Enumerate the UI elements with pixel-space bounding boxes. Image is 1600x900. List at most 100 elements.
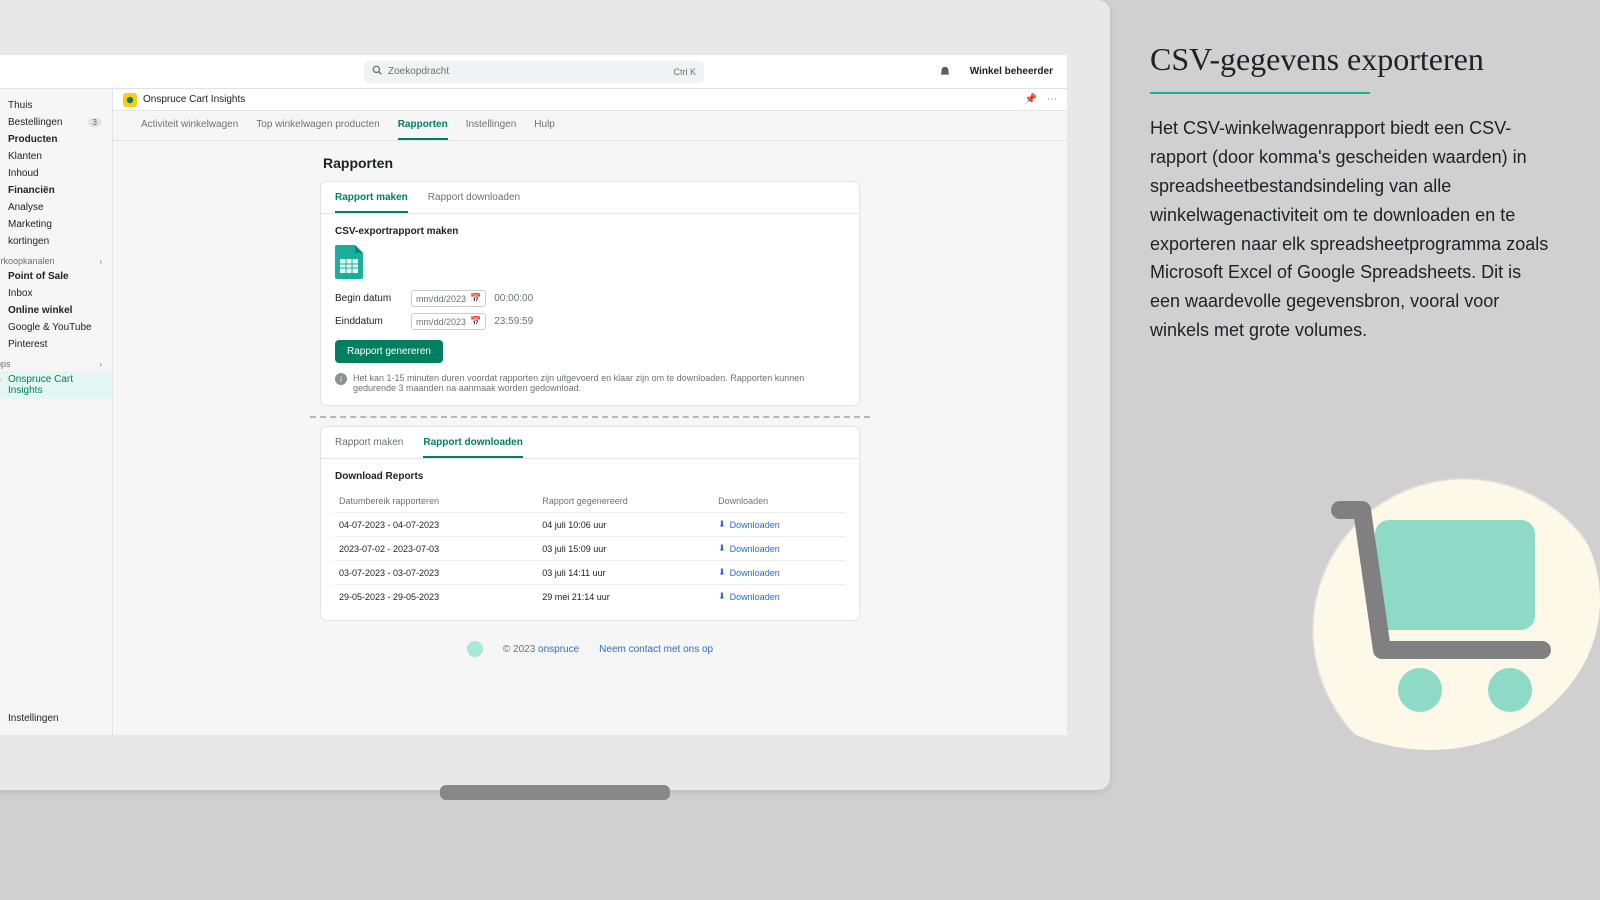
cell-download: ⬇Downloaden xyxy=(714,585,845,609)
sidebar-item-kortingen[interactable]: ◈kortingen xyxy=(0,233,112,250)
page-title: Rapporten xyxy=(113,141,1067,181)
app-title: Onspruce Cart Insights xyxy=(143,94,245,105)
sidebar-item-label: Point of Sale xyxy=(8,271,69,282)
analytics-icon: ⫴ xyxy=(0,202,2,213)
cell-range: 04-07-2023 - 04-07-2023 xyxy=(335,513,538,537)
download-link[interactable]: ⬇Downloaden xyxy=(718,543,780,554)
sidebar-item-producten[interactable]: ◆Producten xyxy=(0,131,112,148)
cart-icon xyxy=(1330,500,1570,720)
download-icon: ⬇ xyxy=(718,567,726,578)
notifications-icon[interactable] xyxy=(938,65,952,79)
sidebar-item-marketing[interactable]: ◎ Marketing xyxy=(0,216,112,233)
card-tab-rapport-maken[interactable]: Rapport maken xyxy=(335,192,408,213)
calendar-icon: 📅 xyxy=(470,316,481,327)
sidebar-item-label: Financiën xyxy=(8,185,55,196)
tab-activiteit-winkelwagen[interactable]: Activiteit winkelwagen xyxy=(141,119,238,140)
search-placeholder: Zoekopdracht xyxy=(388,66,449,77)
app-nav: Activiteit winkelwagen Top winkelwagen pr… xyxy=(113,111,1067,141)
col-range: Datumbereik rapporteren xyxy=(335,490,538,513)
cell-range: 2023-07-02 - 2023-07-03 xyxy=(335,537,538,561)
home-icon: ⌂ xyxy=(0,100,2,111)
table-row: 29-05-2023 - 29-05-202329 mei 21:14 uur⬇… xyxy=(335,585,845,609)
sidebar-item-label: Bestellingen xyxy=(8,117,62,128)
calendar-icon: 📅 xyxy=(470,293,481,304)
generate-report-button[interactable]: Rapport genereren xyxy=(335,340,443,363)
reports-table: Datumbereik rapporteren Rapport gegenere… xyxy=(335,490,845,608)
sidebar-item-inhoud[interactable]: ▤Inhoud xyxy=(0,165,112,182)
sidebar-item-label: Google & YouTube xyxy=(8,322,92,333)
sidebar-item-klanten[interactable]: ▲Klanten xyxy=(0,148,112,165)
badge: 3 xyxy=(88,118,102,127)
chevron-right-icon[interactable]: › xyxy=(99,360,102,369)
cart-icon: 🛒 xyxy=(0,380,2,391)
separator xyxy=(310,416,870,418)
apps-header: Apps › xyxy=(0,353,112,371)
tab-hulp[interactable]: Hulp xyxy=(534,119,555,140)
end-time: 23:59:59 xyxy=(494,316,533,327)
sidebar-item-label: Klanten xyxy=(8,151,42,162)
inbox-icon: ✉ xyxy=(0,288,2,299)
card-tab-rapport-downloaden[interactable]: Rapport downloaden xyxy=(423,437,522,458)
start-date-input[interactable]: mm/dd/2023 📅 xyxy=(411,290,486,307)
sidebar-item-thuis[interactable]: ⌂ Thuis xyxy=(0,97,112,114)
download-link[interactable]: ⬇Downloaden xyxy=(718,567,780,578)
sidebar-item-point-of-sale[interactable]: ▣Point of Sale xyxy=(0,268,112,285)
download-link[interactable]: ⬇Downloaden xyxy=(718,591,780,602)
sidebar-item-google-&-youtube[interactable]: GGoogle & YouTube xyxy=(0,319,112,336)
sidebar-item-label: Thuis xyxy=(8,100,32,111)
promo-body: Het CSV-winkelwagenrapport biedt een CSV… xyxy=(1150,114,1550,344)
more-icon[interactable]: ⋯ xyxy=(1047,94,1057,105)
sidebar-item-label: Marketing xyxy=(8,219,52,230)
end-date-label: Einddatum xyxy=(335,316,403,327)
search-icon xyxy=(372,65,382,78)
gear-icon: ⚙ xyxy=(0,713,2,724)
col-download: Downloaden xyxy=(714,490,845,513)
finance-icon: ≡ xyxy=(0,185,2,196)
channels-header: Verkoopkanalen › xyxy=(0,250,112,268)
tab-rapporten[interactable]: Rapporten xyxy=(398,119,448,140)
cell-generated: 04 juli 10:06 uur xyxy=(538,513,714,537)
brand-link[interactable]: onspruce xyxy=(538,644,579,655)
sidebar-item-financiën[interactable]: ≡ Financiën xyxy=(0,182,112,199)
contact-link[interactable]: Neem contact met ons op xyxy=(599,644,713,655)
csv-file-icon xyxy=(335,245,363,279)
sidebar-item-analyse[interactable]: ⫴ Analyse xyxy=(0,199,112,216)
sidebar-item-inbox[interactable]: ✉ Inbox xyxy=(0,285,112,302)
sidebar-item-label: Producten xyxy=(8,134,57,145)
cell-generated: 03 juli 15:09 uur xyxy=(538,537,714,561)
marketing-icon: ◎ xyxy=(0,219,2,230)
pin-icon[interactable]: 📌 xyxy=(1025,94,1037,105)
store-icon: ⌂ xyxy=(0,305,2,316)
download-report-card: Rapport maken Rapport downloaden Download… xyxy=(320,426,860,621)
search-input[interactable]: Zoekopdracht Ctrl K xyxy=(364,61,704,83)
end-date-input[interactable]: mm/dd/2023 📅 xyxy=(411,313,486,330)
info-icon: i xyxy=(335,373,347,385)
start-date-label: Begin datum xyxy=(335,293,403,304)
sidebar: ⌂Thuis☐Bestellingen3◆Producten▲Klanten▤I… xyxy=(0,89,113,735)
sidebar-item-pinterest[interactable]: PPinterest xyxy=(0,336,112,353)
search-shortcut: Ctrl K xyxy=(674,67,697,77)
monitor-stand xyxy=(440,785,670,800)
download-link[interactable]: ⬇Downloaden xyxy=(718,519,780,530)
footer: © 2023 onspruce Neem contact met ons op xyxy=(113,631,1067,667)
cell-generated: 29 mei 21:14 uur xyxy=(538,585,714,609)
sidebar-item-onspruce-cart-insights[interactable]: 🛒Onspruce Cart Insights xyxy=(0,371,112,399)
app-logo-icon xyxy=(123,93,137,107)
sidebar-item-label: kortingen xyxy=(8,236,49,247)
monitor-frame: Zoekopdracht Ctrl K Winkel beheerder ⌂ Th… xyxy=(0,0,1110,790)
tab-instellingen[interactable]: Instellingen xyxy=(466,119,517,140)
card-tab-rapport-maken[interactable]: Rapport maken xyxy=(335,437,403,458)
start-time: 00:00:00 xyxy=(494,293,533,304)
sidebar-item-label: Inbox xyxy=(8,288,32,299)
tab-top-winkelwagen-producten[interactable]: Top winkelwagen producten xyxy=(256,119,379,140)
topbar: Zoekopdracht Ctrl K Winkel beheerder xyxy=(0,55,1067,89)
download-icon: ⬇ xyxy=(718,519,726,530)
sidebar-item-bestellingen[interactable]: ☐Bestellingen3 xyxy=(0,114,112,131)
admin-label[interactable]: Winkel beheerder xyxy=(970,66,1053,77)
settings-link[interactable]: ⚙ Instellingen xyxy=(0,710,112,727)
promo-divider xyxy=(1150,92,1370,94)
sidebar-item-online-winkel[interactable]: ⌂Online winkel xyxy=(0,302,112,319)
card-tab-rapport-downloaden[interactable]: Rapport downloaden xyxy=(428,192,520,213)
sidebar-item-label: Analyse xyxy=(8,202,44,213)
chevron-right-icon[interactable]: › xyxy=(99,257,102,266)
